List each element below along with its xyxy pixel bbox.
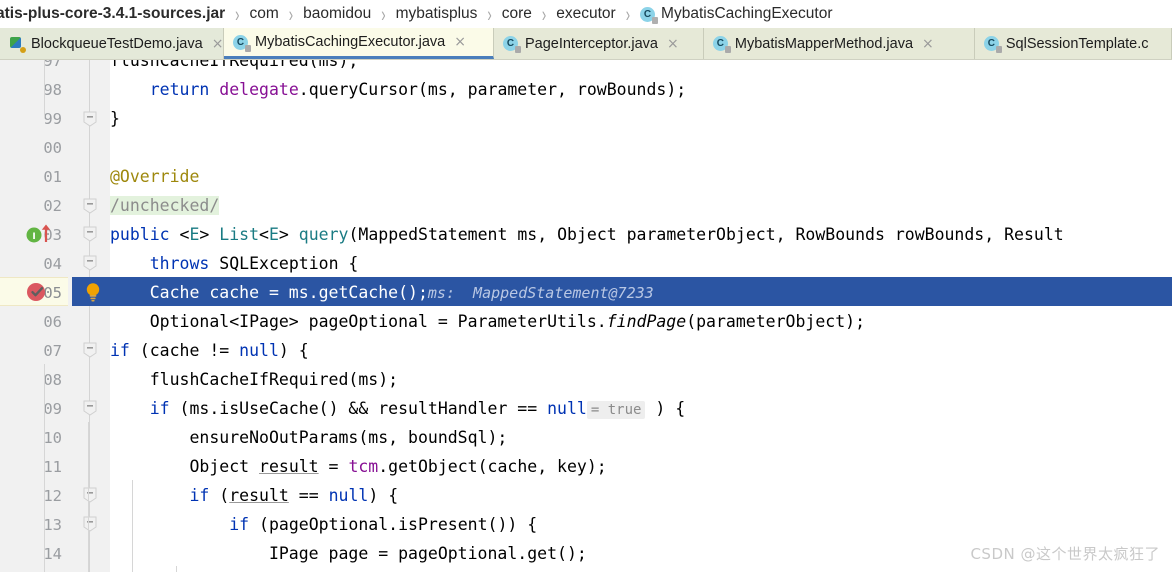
- java-class-icon: C: [502, 36, 521, 53]
- java-test-class-icon: [9, 36, 26, 53]
- tab-close-icon[interactable]: ×: [454, 35, 466, 49]
- java-class-icon: C: [712, 36, 731, 53]
- tab-sqlsessiontemplate[interactable]: C SqlSessionTemplate.c: [974, 28, 1172, 59]
- intention-bulb-icon[interactable]: [82, 281, 104, 308]
- implements-method-marker-icon[interactable]: I: [25, 222, 53, 246]
- breadcrumb-separator: ›: [541, 2, 547, 26]
- editor-tab-bar: BlockqueueTestDemo.java × C MybatisCachi…: [0, 28, 1172, 60]
- code-line[interactable]: flushCacheIfRequired(ms);: [110, 365, 398, 394]
- line-number: 07: [43, 342, 62, 360]
- indent-guide: [88, 422, 89, 572]
- breakpoint-verified-icon[interactable]: [25, 280, 53, 304]
- tab-label: MybatisMapperMethod.java: [734, 35, 914, 52]
- line-number: 00: [43, 139, 62, 157]
- java-class-icon: C: [640, 6, 659, 24]
- tab-pageinterceptor[interactable]: C PageInterceptor.java ×: [493, 28, 704, 59]
- tab-blockqueuetestdemo[interactable]: BlockqueueTestDemo.java ×: [0, 28, 224, 59]
- line-number: 13: [43, 516, 62, 534]
- inline-debug-hint: ms: MappedStatement@7233: [427, 284, 654, 302]
- line-number: 98: [43, 81, 62, 99]
- breadcrumb-separator: ›: [381, 2, 386, 26]
- fold-marker-collapse[interactable]: [83, 111, 97, 127]
- indent-guide: [44, 364, 45, 572]
- line-number: 99: [43, 110, 62, 128]
- breadcrumb-item-core[interactable]: core: [500, 5, 534, 23]
- breadcrumb-item-class[interactable]: C MybatisCachingExecutor: [638, 5, 834, 24]
- code-line[interactable]: return delegate.queryCursor(ms, paramete…: [110, 75, 686, 104]
- code-line[interactable]: ensureNoOutParams(ms, boundSql);: [110, 423, 507, 452]
- line-number: 01: [43, 168, 62, 186]
- breadcrumb-separator: ›: [235, 2, 240, 26]
- fold-marker-collapse[interactable]: [83, 342, 97, 358]
- line-number: 06: [43, 313, 62, 331]
- breadcrumb-item-class-label: MybatisCachingExecutor: [661, 5, 833, 22]
- breadcrumb-item-executor[interactable]: executor: [554, 5, 617, 23]
- fold-marker-collapse[interactable]: [83, 516, 97, 532]
- code-line[interactable]: Optional<IPage> pageOptional = Parameter…: [110, 307, 865, 336]
- line-number: 14: [43, 545, 62, 563]
- code-line[interactable]: public <E> List<E> query(MappedStatement…: [110, 220, 1064, 249]
- tab-label: BlockqueueTestDemo.java: [31, 35, 203, 52]
- line-number: 97: [43, 60, 62, 70]
- breadcrumb-item-jar[interactable]: atis-plus-core-3.4.1-sources.jar: [0, 5, 227, 23]
- inline-value-hint: = true: [586, 401, 646, 419]
- code-content[interactable]: flushCacheIfRequired(ms); return delegat…: [110, 60, 1172, 572]
- code-editor[interactable]: 97 98 99 00 01 02 03 04 05 06 07 08 09 1…: [0, 60, 1172, 572]
- line-number: 12: [43, 487, 62, 505]
- breadcrumb-item-mybatisplus[interactable]: mybatisplus: [394, 5, 480, 23]
- tab-label: MybatisCachingExecutor.java: [255, 34, 446, 50]
- code-line[interactable]: if (ms.isUseCache() && resultHandler == …: [110, 394, 685, 423]
- tab-close-icon[interactable]: ×: [667, 37, 679, 51]
- tab-close-icon[interactable]: ×: [212, 37, 224, 51]
- code-line[interactable]: if (result == null) {: [110, 481, 398, 510]
- breadcrumb-separator: ›: [625, 2, 631, 26]
- fold-marker-collapse[interactable]: [83, 487, 97, 503]
- indent-guide: [44, 60, 45, 118]
- line-number: 08: [43, 371, 62, 389]
- fold-marker-collapse[interactable]: [83, 255, 97, 271]
- tab-close-icon[interactable]: ×: [922, 37, 934, 51]
- tab-label: PageInterceptor.java: [524, 35, 658, 52]
- code-line[interactable]: /unchecked/: [110, 191, 220, 220]
- line-number: 09: [43, 400, 62, 418]
- code-line[interactable]: if (cache != null) {: [110, 336, 309, 365]
- code-line[interactable]: }: [110, 104, 120, 133]
- code-line-current[interactable]: Cache cache = ms.getCache();ms: MappedSt…: [110, 278, 654, 307]
- fold-marker-collapse[interactable]: [83, 198, 97, 214]
- line-number: 11: [43, 458, 62, 476]
- breadcrumb-separator: ›: [288, 2, 294, 26]
- tab-mybatiscachingexecutor[interactable]: C MybatisCachingExecutor.java ×: [224, 28, 494, 59]
- code-line[interactable]: Object result = tcm.getObject(cache, key…: [110, 452, 606, 481]
- code-line[interactable]: IPage page = pageOptional.get();: [110, 539, 587, 568]
- fold-marker-collapse[interactable]: [83, 400, 97, 416]
- svg-text:I: I: [32, 232, 35, 242]
- breadcrumb-item-baomidou[interactable]: baomidou: [301, 5, 373, 23]
- tab-mybatismappermethod[interactable]: C MybatisMapperMethod.java ×: [703, 28, 975, 59]
- fold-marker-collapse[interactable]: [83, 226, 97, 242]
- code-line[interactable]: flushCacheIfRequired(ms);: [110, 60, 358, 75]
- code-line[interactable]: @Override: [110, 162, 199, 191]
- java-class-icon: C: [983, 36, 1002, 53]
- line-number: 10: [43, 429, 62, 447]
- breadcrumb: atis-plus-core-3.4.1-sources.jar › com ›…: [0, 0, 1172, 28]
- line-number: 02: [43, 197, 62, 215]
- code-line[interactable]: if (pageOptional.isPresent()) {: [110, 510, 537, 539]
- breadcrumb-item-com[interactable]: com: [248, 5, 281, 23]
- code-line[interactable]: throws SQLException {: [110, 249, 359, 278]
- breadcrumb-separator: ›: [487, 2, 492, 26]
- line-number: 04: [43, 255, 62, 273]
- tab-label: SqlSessionTemplate.c: [1005, 35, 1149, 52]
- java-class-icon: C: [233, 34, 251, 52]
